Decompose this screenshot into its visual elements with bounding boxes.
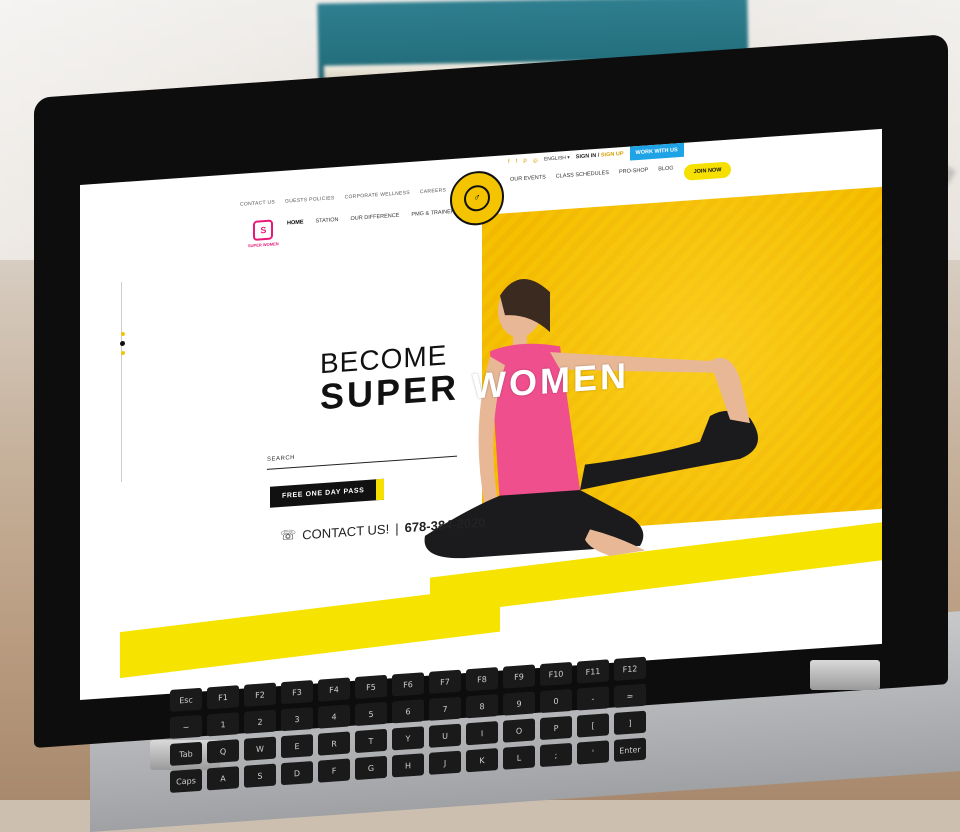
top-link[interactable]: CONTACT US bbox=[240, 199, 275, 207]
keyboard-key[interactable]: F12 bbox=[614, 656, 646, 681]
slider-dot[interactable] bbox=[120, 350, 125, 356]
keyboard-key[interactable]: 9 bbox=[503, 691, 535, 716]
language-select[interactable]: ENGLISH ▾ bbox=[544, 155, 570, 163]
keyboard-key[interactable]: T bbox=[355, 728, 387, 754]
keyboard-key[interactable]: 0 bbox=[540, 688, 572, 714]
nav-item-difference[interactable]: OUR DIFFERENCE bbox=[351, 213, 400, 222]
keyboard-key[interactable]: I bbox=[466, 721, 498, 746]
keyboard-key[interactable]: O bbox=[503, 718, 535, 743]
keyboard-key[interactable]: D bbox=[281, 761, 313, 786]
top-link[interactable]: CAREERS bbox=[420, 187, 446, 195]
keyboard-key[interactable]: 5 bbox=[355, 701, 387, 727]
keyboard-key[interactable]: F6 bbox=[392, 672, 424, 697]
twitter-icon[interactable]: t bbox=[516, 158, 518, 164]
phone-icon: ☏ bbox=[280, 526, 297, 544]
nav-item-home[interactable]: HOME bbox=[287, 219, 304, 226]
keyboard-key[interactable]: L bbox=[503, 745, 535, 770]
sign-up-link[interactable]: SIGN UP bbox=[601, 151, 624, 159]
keyboard-key[interactable]: [ bbox=[577, 713, 609, 738]
nav-item-trainer[interactable]: PMG & TRAINER bbox=[411, 209, 454, 218]
super-women-logo-text: SUPER WOMEN bbox=[248, 241, 279, 249]
keyboard-key[interactable]: ' bbox=[577, 740, 609, 765]
keyboard-key[interactable]: F bbox=[318, 758, 350, 783]
keyboard-key[interactable]: R bbox=[318, 731, 350, 756]
keyboard-key[interactable]: ; bbox=[540, 742, 572, 768]
nav-item-station[interactable]: STATION bbox=[316, 217, 339, 225]
nav-item-proshop[interactable]: PRO-SHOP bbox=[619, 167, 648, 185]
keyboard-key[interactable]: E bbox=[281, 734, 313, 759]
keyboard-key[interactable]: F8 bbox=[466, 667, 498, 692]
keyboard-key[interactable]: F3 bbox=[281, 680, 313, 705]
keyboard-key[interactable]: F4 bbox=[318, 677, 350, 702]
work-with-us-button[interactable]: WORK WITH US bbox=[629, 142, 684, 161]
keyboard-key[interactable]: 6 bbox=[392, 699, 424, 724]
slider-track bbox=[121, 282, 122, 483]
keyboard-key[interactable]: F5 bbox=[355, 674, 387, 700]
keyboard-key[interactable]: K bbox=[466, 748, 498, 773]
join-now-button[interactable]: JOIN NOW bbox=[683, 161, 732, 181]
slider-dots bbox=[120, 331, 125, 356]
logo-figure-icon: ♂ bbox=[464, 184, 490, 213]
keyboard-key[interactable]: F7 bbox=[429, 669, 461, 694]
keyboard-key[interactable]: ] bbox=[614, 710, 646, 735]
keyboard-key[interactable]: S bbox=[244, 763, 276, 788]
keyboard-key[interactable]: 3 bbox=[281, 707, 313, 732]
keyboard-key[interactable]: F11 bbox=[577, 659, 609, 684]
keyboard-key[interactable]: W bbox=[244, 736, 276, 761]
keyboard-key[interactable]: 7 bbox=[429, 696, 461, 721]
super-women-mark-icon: S bbox=[253, 219, 274, 241]
top-link[interactable]: CORPORATE WELLNESS bbox=[345, 190, 410, 201]
keyboard-key[interactable]: Caps bbox=[170, 768, 202, 793]
slider-dot-active[interactable] bbox=[120, 340, 125, 347]
keyboard-key[interactable]: F9 bbox=[503, 664, 535, 689]
top-link[interactable]: GUESTS POLICIES bbox=[285, 195, 335, 204]
pinterest-icon[interactable]: p bbox=[523, 158, 526, 164]
nav-item-schedules[interactable]: CLASS SCHEDULES bbox=[556, 170, 609, 190]
keyboard-key[interactable]: H bbox=[392, 753, 424, 778]
keyboard-key[interactable]: F10 bbox=[540, 661, 572, 687]
super-women-logo[interactable]: S SUPER WOMEN bbox=[248, 219, 279, 248]
contact-separator: | bbox=[395, 520, 399, 536]
instagram-icon[interactable]: ◎ bbox=[533, 156, 538, 163]
keyboard-key[interactable]: Y bbox=[392, 726, 424, 751]
keyboard-key[interactable]: 8 bbox=[466, 694, 498, 719]
keyboard-key[interactable]: Q bbox=[207, 739, 239, 764]
keyboard-key[interactable]: P bbox=[540, 715, 572, 741]
keyboard-key[interactable]: G bbox=[355, 755, 387, 781]
sign-in-link[interactable]: SIGN IN bbox=[576, 153, 596, 160]
free-day-pass-button[interactable]: FREE ONE DAY PASS bbox=[270, 478, 385, 508]
sign-in-links: SIGN IN / SIGN UP bbox=[576, 151, 624, 160]
contact-label[interactable]: CONTACT US! bbox=[302, 521, 389, 542]
keyboard-key[interactable]: 1 bbox=[207, 712, 239, 737]
facebook-icon[interactable]: f bbox=[508, 159, 510, 165]
nav-item-blog[interactable]: BLOG bbox=[658, 165, 673, 182]
slider-dot[interactable] bbox=[120, 331, 125, 337]
keyboard-key[interactable]: Esc bbox=[170, 687, 202, 712]
keyboard-key[interactable]: U bbox=[429, 723, 461, 748]
keyboard-key[interactable]: F1 bbox=[207, 685, 239, 710]
laptop-screen: CONTACT US GUESTS POLICIES CORPORATE WEL… bbox=[80, 128, 882, 700]
keyboard-key[interactable]: ~ bbox=[170, 714, 202, 739]
top-links: CONTACT US GUESTS POLICIES CORPORATE WEL… bbox=[240, 187, 446, 207]
keyboard-key[interactable]: 2 bbox=[244, 709, 276, 734]
keyboard-key[interactable]: Enter bbox=[614, 737, 646, 762]
keyboard-key[interactable]: - bbox=[577, 686, 609, 711]
keyboard-key[interactable]: A bbox=[207, 766, 239, 791]
keyboard-key[interactable]: 4 bbox=[318, 704, 350, 729]
keyboard-key[interactable]: = bbox=[614, 683, 646, 708]
nav-item-events[interactable]: OUR EVENTS bbox=[510, 174, 546, 193]
keyboard-key[interactable]: F2 bbox=[244, 682, 276, 707]
keyboard-key[interactable]: Tab bbox=[170, 741, 202, 766]
nav-left: HOME STATION OUR DIFFERENCE PMG & TRAINE… bbox=[287, 209, 455, 227]
keyboard-key[interactable]: J bbox=[429, 750, 461, 775]
